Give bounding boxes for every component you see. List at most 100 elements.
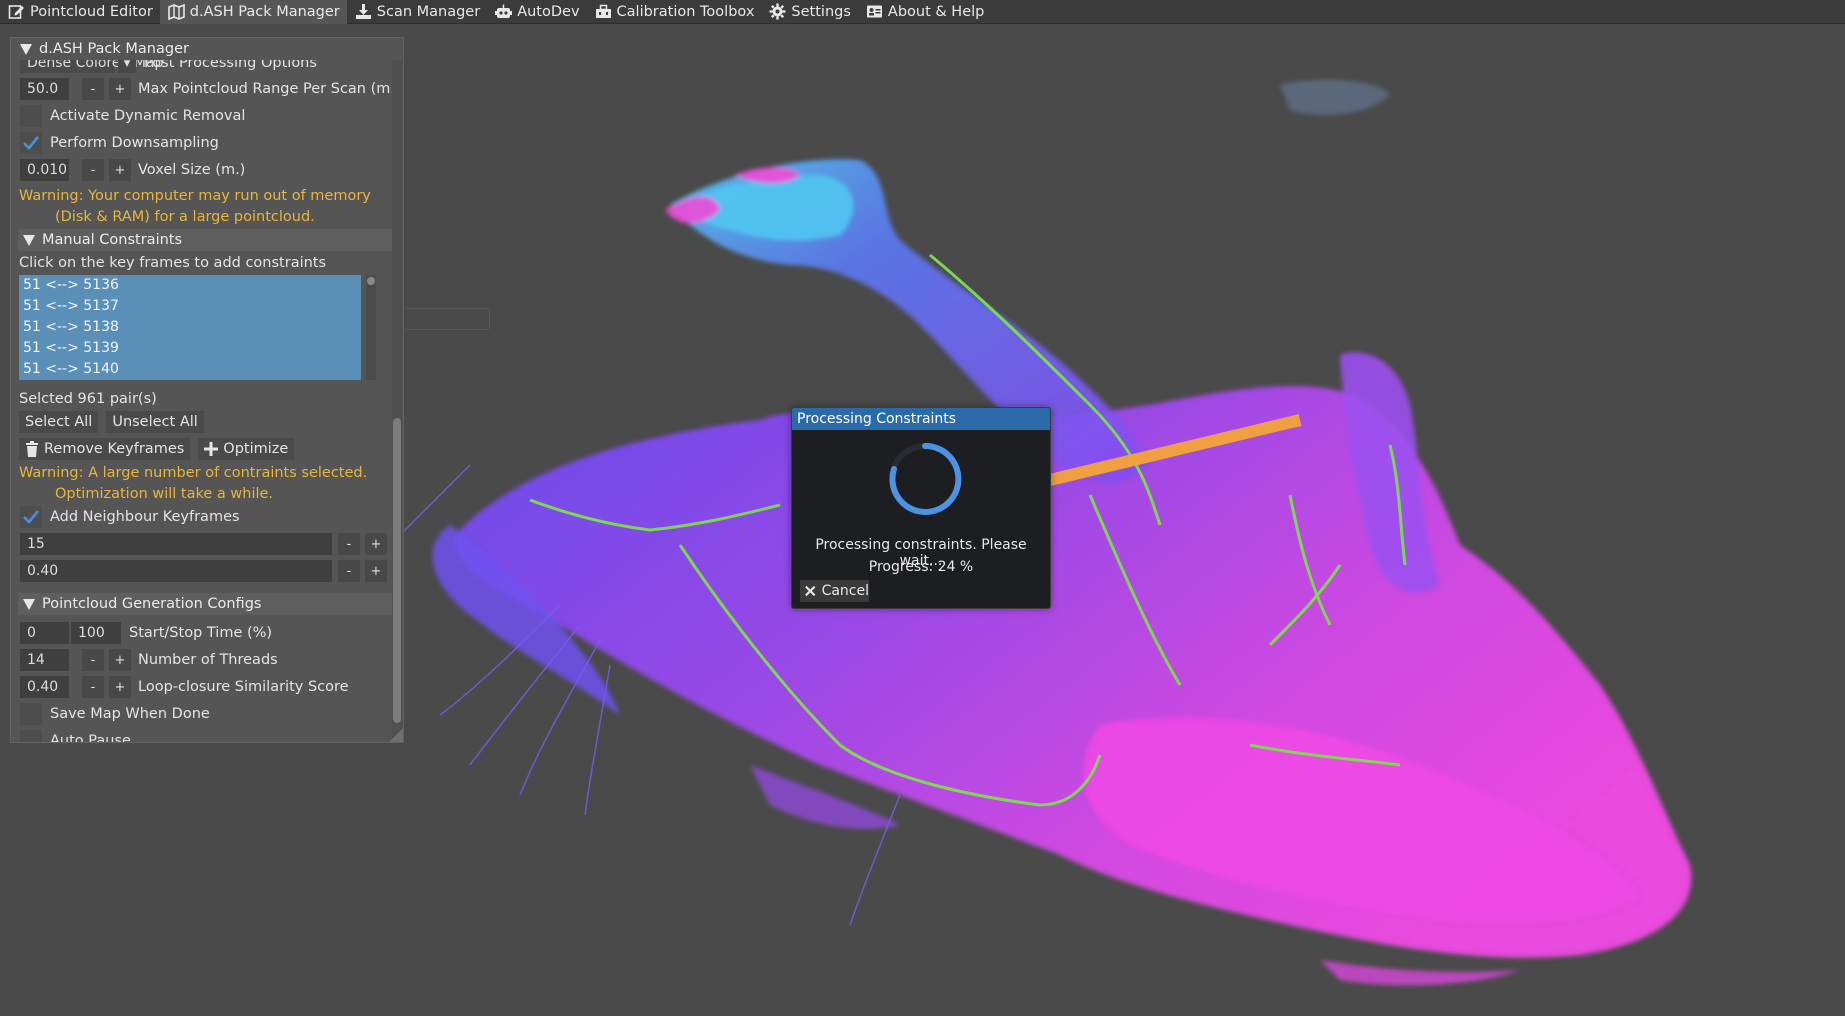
max-range-row: 50.0 - + Max Pointcloud Range Per Scan (… [20, 78, 401, 100]
menu-autodev-label: AutoDev [517, 3, 580, 20]
neighbour-count-slider[interactable]: 15 [20, 533, 332, 555]
map-icon [167, 3, 185, 20]
voxel-size-input[interactable]: 0.010 [20, 159, 69, 181]
panel-title-bar[interactable]: d.ASH Pack Manager [11, 38, 403, 60]
similarity-row: 0.40 - + Loop-closure Similarity Score [20, 676, 349, 698]
dynamic-removal-row: Activate Dynamic Removal [20, 105, 245, 127]
start-time-input[interactable]: 0 [20, 622, 69, 644]
resize-grip[interactable] [389, 728, 403, 742]
voxel-size-decrement-button[interactable]: - [82, 159, 104, 181]
list-item[interactable]: 51 <--> 5138 [19, 317, 361, 338]
dialog-title: Processing Constraints [792, 408, 1050, 430]
neighbour-threshold-slider[interactable]: 0.40 [20, 560, 332, 582]
downsampling-checkbox[interactable] [20, 132, 42, 154]
optimize-warning-line2: Optimization will take a while. [55, 486, 274, 502]
generation-configs-header[interactable]: Pointcloud Generation Configs [18, 593, 394, 615]
neighbour-threshold-row: 0.40 - + [20, 560, 387, 582]
threads-input[interactable]: 14 [20, 649, 69, 671]
neighbour-threshold-increment-button[interactable]: + [365, 560, 387, 582]
panel-content: Dense Colored Map ▾ Post Processing Opti… [11, 38, 403, 742]
optimize-warning-line1: Warning: A large number of contraints se… [19, 465, 368, 481]
voxel-size-increment-button[interactable]: + [109, 159, 131, 181]
menu-autodev[interactable]: AutoDev [487, 0, 586, 24]
remove-keyframes-label: Remove Keyframes [44, 441, 185, 457]
checkmark-icon [23, 136, 40, 150]
memory-warning-line2: (Disk & RAM) for a large pointcloud. [55, 209, 315, 225]
auto-pause-checkbox[interactable] [20, 730, 42, 742]
selected-count: Selcted 961 pair(s) [19, 391, 157, 407]
threads-label: Number of Threads [138, 652, 278, 668]
neighbour-count-decrement-button[interactable]: - [338, 533, 360, 555]
panel-scrollbar-thumb[interactable] [393, 418, 401, 723]
voxel-size-row: 0.010 - + Voxel Size (m.) [20, 159, 245, 181]
add-neighbour-row: Add Neighbour Keyframes [20, 506, 240, 528]
menu-settings[interactable]: Settings [761, 0, 857, 24]
voxel-size-label: Voxel Size (m.) [138, 162, 246, 178]
auto-pause-label: Auto Pause [50, 733, 131, 743]
edit-icon [8, 3, 25, 20]
optimize-label: Optimize [223, 441, 289, 457]
downsampling-label: Perform Downsampling [50, 135, 219, 151]
add-neighbour-label: Add Neighbour Keyframes [50, 509, 240, 525]
max-range-decrement-button[interactable]: - [82, 78, 104, 100]
menu-scan-manager[interactable]: Scan Manager [347, 0, 487, 24]
max-range-input[interactable]: 50.0 [20, 78, 69, 100]
selection-buttons-row: Select All Unselect All [19, 411, 212, 433]
plus-icon [204, 442, 219, 456]
save-map-checkbox[interactable] [20, 703, 42, 725]
dash-pack-manager-panel: Dense Colored Map ▾ Post Processing Opti… [10, 37, 404, 743]
save-map-label: Save Map When Done [50, 706, 210, 722]
menu-scan-manager-label: Scan Manager [376, 3, 481, 20]
max-range-increment-button[interactable]: + [109, 78, 131, 100]
menu-about-help[interactable]: About & Help [858, 0, 991, 24]
main-menu-bar: Pointcloud Editor d.ASH Pack Manager Sca… [0, 0, 1845, 24]
dynamic-removal-checkbox[interactable] [20, 105, 42, 127]
close-icon [805, 585, 816, 597]
similarity-input[interactable]: 0.40 [20, 676, 69, 698]
threads-increment-button[interactable]: + [109, 649, 131, 671]
optimize-button[interactable]: Optimize [198, 438, 295, 460]
auto-pause-row: Auto Pause [20, 730, 131, 743]
list-item[interactable]: 51 <--> 5139 [19, 338, 361, 359]
panel-title: d.ASH Pack Manager [39, 41, 189, 57]
menu-pointcloud-editor[interactable]: Pointcloud Editor [0, 0, 160, 24]
similarity-increment-button[interactable]: + [109, 676, 131, 698]
trash-icon [26, 441, 38, 457]
start-stop-label: Start/Stop Time (%) [129, 625, 273, 641]
menu-calibration-toolbox[interactable]: Calibration Toolbox [587, 0, 762, 24]
menu-calibration-toolbox-label: Calibration Toolbox [616, 3, 755, 20]
list-item[interactable]: 51 <--> 5140 [19, 359, 361, 380]
list-scrollbar[interactable] [366, 275, 376, 380]
id-card-icon [866, 3, 883, 20]
dynamic-removal-label: Activate Dynamic Removal [50, 108, 246, 124]
add-neighbour-checkbox[interactable] [20, 506, 42, 528]
neighbour-count-increment-button[interactable]: + [365, 533, 387, 555]
gear-icon [769, 3, 786, 20]
download-icon [355, 3, 372, 20]
checkmark-icon [23, 510, 40, 524]
remove-keyframes-button[interactable]: Remove Keyframes [19, 438, 191, 460]
similarity-decrement-button[interactable]: - [82, 676, 104, 698]
neighbour-threshold-decrement-button[interactable]: - [338, 560, 360, 582]
cancel-button[interactable]: Cancel [800, 580, 869, 602]
list-item[interactable]: 51 <--> 5136 [19, 275, 361, 296]
unselect-all-button[interactable]: Unselect All [106, 411, 204, 433]
cancel-label: Cancel [821, 583, 869, 599]
start-stop-row: 0 100 Start/Stop Time (%) [20, 622, 272, 644]
pointcloud-body [432, 79, 1692, 986]
select-all-button[interactable]: Select All [19, 411, 99, 433]
save-map-row: Save Map When Done [20, 703, 210, 725]
panel-scrollbar[interactable] [392, 58, 402, 738]
downsampling-row: Perform Downsampling [20, 132, 219, 154]
menu-dash-pack-manager[interactable]: d.ASH Pack Manager [159, 0, 347, 24]
manual-constraints-header[interactable]: Manual Constraints [18, 229, 394, 251]
constraint-pairs-list[interactable]: 51 <--> 5136 51 <--> 5137 51 <--> 5138 5… [19, 275, 361, 380]
memory-warning-line1: Warning: Your computer may run out of me… [19, 188, 371, 204]
list-item[interactable]: 51 <--> 5137 [19, 296, 361, 317]
list-scrollbar-thumb[interactable] [367, 277, 375, 285]
similarity-label: Loop-closure Similarity Score [138, 679, 349, 695]
stop-time-input[interactable]: 100 [71, 622, 121, 644]
threads-decrement-button[interactable]: - [82, 649, 104, 671]
processing-constraints-dialog: Processing Constraints Processing constr… [791, 407, 1051, 609]
robot-icon [495, 3, 513, 20]
